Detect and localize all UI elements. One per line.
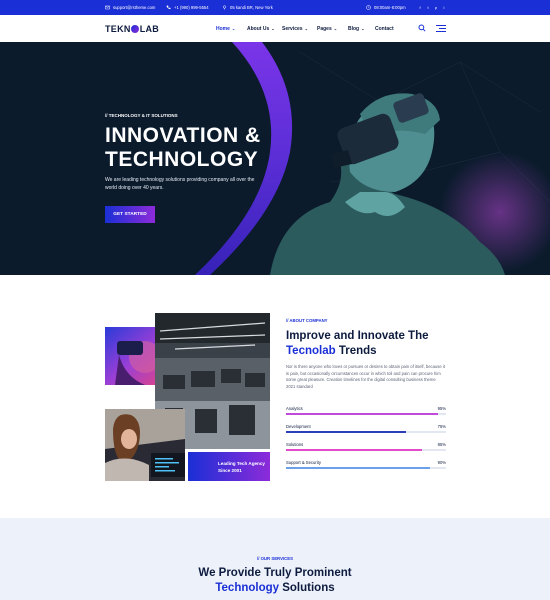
nav-blog-label: Blog xyxy=(348,25,360,32)
topbar-email[interactable]: support@rstheme.com xyxy=(105,0,155,15)
pinterest-icon[interactable]: p xyxy=(434,5,438,10)
skill-name: Development xyxy=(286,424,311,429)
about-text: Nor is there anyone who loves or pursues… xyxy=(286,364,445,389)
hero-title: INNOVATION & TECHNOLOGY xyxy=(105,124,261,172)
top-bar: support@rstheme.com +1 (990) 999-5554 05… xyxy=(0,0,550,15)
skill-analytics: Analytics 95% xyxy=(286,406,446,416)
topbar-phone[interactable]: +1 (990) 999-5554 xyxy=(166,0,209,15)
logo-globe-icon xyxy=(131,25,140,33)
nav-blog[interactable]: Blog ⌄ xyxy=(348,26,376,32)
facebook-icon[interactable]: f xyxy=(418,5,422,10)
skill-name: Analytics xyxy=(286,406,303,411)
topbar-hours-text: 08:00am-6:00pm xyxy=(374,5,406,10)
skill-development: Development 75% xyxy=(286,424,446,434)
skill-solutions: Solutions 85% xyxy=(286,442,446,452)
skill-name: Solutions xyxy=(286,442,304,447)
chevron-down-icon: ⌄ xyxy=(304,26,308,31)
skill-support-security: Support & Security 90% xyxy=(286,460,446,470)
hero-kicker: // TECHNOLOGY & IT SOLUTIONS xyxy=(105,113,178,118)
about-title: Improve and Innovate The Tecnolab Trends xyxy=(286,329,429,359)
topbar-address-text: 05 kandi BR, New York xyxy=(230,5,273,10)
services-title-rest: Solutions xyxy=(279,582,335,594)
phone-icon xyxy=(166,5,171,10)
hero-subtitle: We are leading technology solutions prov… xyxy=(105,177,255,191)
hero-title-line1: INNOVATION & xyxy=(105,124,261,147)
services-title: We Provide Truly Prominent Technology So… xyxy=(0,566,550,596)
skill-percent: 85% xyxy=(437,442,446,447)
skill-fill xyxy=(286,413,438,415)
hero-section: // TECHNOLOGY & IT SOLUTIONS INNOVATION … xyxy=(0,42,550,275)
skill-fill xyxy=(286,467,430,469)
chevron-down-icon: ⌄ xyxy=(231,26,236,31)
topbar-phone-text: +1 (990) 999-5554 xyxy=(174,5,209,10)
badge-line1: Leading Tech Agency xyxy=(218,460,265,466)
skill-percent: 75% xyxy=(437,424,446,429)
get-started-button[interactable]: GET STARTED xyxy=(105,206,155,223)
agency-badge: Leading Tech Agency Since 2001 xyxy=(188,452,270,481)
topbar-email-text: support@rstheme.com xyxy=(113,5,156,10)
skill-name: Support & Security xyxy=(286,460,321,465)
nav-services[interactable]: Services ⌄ xyxy=(282,26,317,32)
chevron-down-icon: ⌄ xyxy=(361,26,365,31)
search-icon[interactable] xyxy=(418,24,426,32)
about-title-highlight: Tecnolab xyxy=(286,345,336,357)
social-links: f t p i xyxy=(418,0,446,15)
services-kicker: // OUR SERVICES xyxy=(257,556,293,561)
logo-text-end: LAB xyxy=(139,24,160,34)
twitter-icon[interactable]: t xyxy=(426,5,430,10)
skill-fill xyxy=(286,431,406,433)
nav-home[interactable]: Home ⌄ xyxy=(216,26,249,32)
services-title-line1: We Provide Truly Prominent xyxy=(198,567,352,579)
nav-pages[interactable]: Pages ⌄ xyxy=(317,26,349,32)
nav-contact[interactable]: Contact xyxy=(375,26,405,32)
about-title-line1: Improve and Innovate The xyxy=(286,330,429,342)
nav-home-label: Home xyxy=(216,25,230,32)
menu: Home ⌄ About Us ⌄ Services ⌄ Pages ⌄ Blog ⌄ C… xyxy=(216,15,405,42)
nav-pages-label: Pages xyxy=(317,25,332,32)
skill-track xyxy=(286,413,446,415)
instagram-icon[interactable]: i xyxy=(442,5,446,10)
logo[interactable]: TEKN LAB xyxy=(105,24,159,34)
mail-icon xyxy=(105,5,110,10)
services-title-highlight: Technology xyxy=(215,582,280,594)
clock-icon xyxy=(366,5,371,10)
about-title-rest: Trends xyxy=(335,345,377,357)
hero-title-line2: TECHNOLOGY xyxy=(105,148,259,171)
about-kicker: // ABOUT COMPANY xyxy=(286,318,328,323)
badge-line2: Since 2001 xyxy=(218,467,242,473)
skill-percent: 90% xyxy=(437,460,446,465)
skill-track xyxy=(286,467,446,469)
skill-fill xyxy=(286,449,422,451)
main-nav: TEKN LAB Home ⌄ About Us ⌄ Services ⌄ Pages ⌄… xyxy=(0,15,550,42)
hero-background xyxy=(0,42,550,275)
location-icon xyxy=(223,5,226,10)
services-section: // OUR SERVICES We Provide Truly Promine… xyxy=(0,518,550,600)
chevron-down-icon: ⌄ xyxy=(271,26,275,31)
about-image-developer xyxy=(105,409,185,481)
chevron-down-icon: ⌄ xyxy=(333,26,338,31)
logo-text-start: TEKN xyxy=(105,24,131,34)
nav-services-label: Services xyxy=(282,25,303,32)
skill-track xyxy=(286,431,446,433)
services-title-line2: Technology Solutions xyxy=(0,581,550,596)
menu-icon[interactable] xyxy=(436,25,446,32)
skill-track xyxy=(286,449,446,451)
nav-about[interactable]: About Us ⌄ xyxy=(247,26,284,32)
topbar-address: 05 kandi BR, New York xyxy=(222,0,273,15)
about-title-line2: Tecnolab Trends xyxy=(286,344,429,359)
nav-about-label: About Us xyxy=(247,25,270,32)
skill-percent: 95% xyxy=(437,406,446,411)
nav-contact-label: Contact xyxy=(375,25,394,32)
topbar-hours: 08:00am-6:00pm xyxy=(366,0,406,15)
